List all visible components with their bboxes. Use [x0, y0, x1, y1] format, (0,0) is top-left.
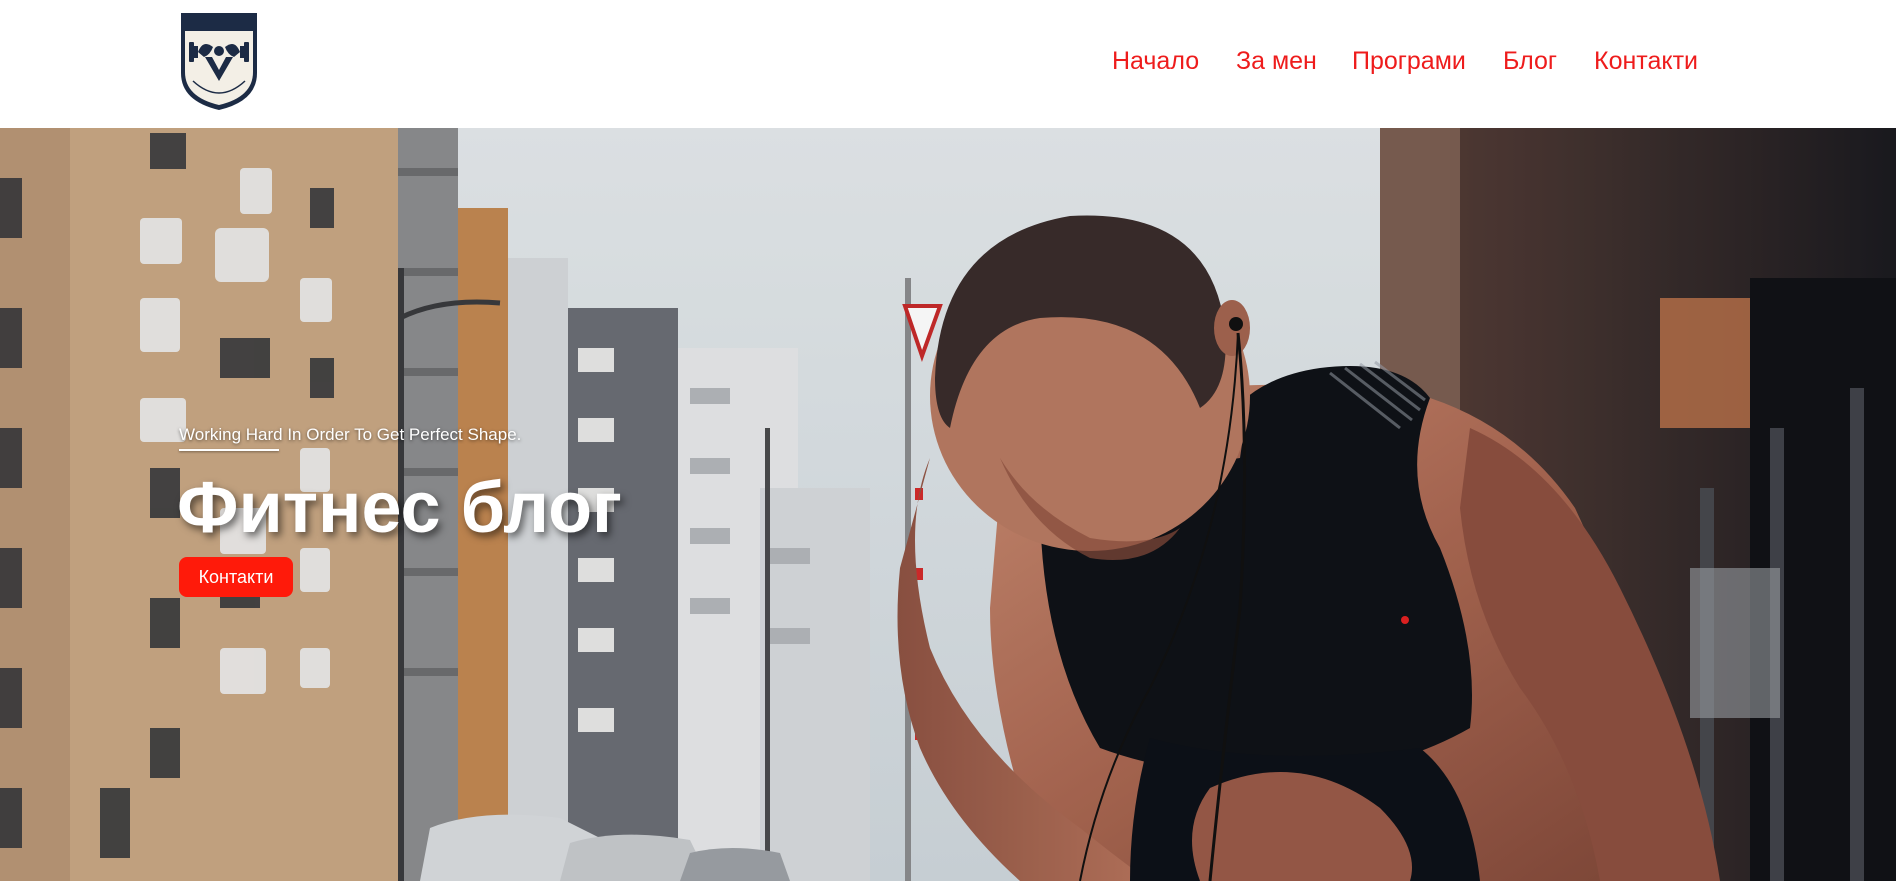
nav-link-about[interactable]: За мен — [1236, 44, 1317, 78]
hero-subtitle: Working Hard In Order To Get Perfect Sha… — [179, 425, 522, 444]
main-nav: Начало За мен Програми Блог Контакти — [0, 44, 1896, 80]
nav-link-programs[interactable]: Програми — [1352, 44, 1466, 78]
hero-contacts-button[interactable]: Контакти — [179, 557, 293, 597]
nav-link-home[interactable]: Начало — [1112, 44, 1199, 78]
nav-link-contacts[interactable]: Контакти — [1594, 44, 1698, 78]
site-header: Начало За мен Програми Блог Контакти — [0, 0, 1896, 128]
hero-section: Working Hard In Order To Get Perfect Sha… — [0, 128, 1896, 881]
hero-title: Фитнес блог — [177, 468, 623, 548]
nav-link-blog[interactable]: Блог — [1503, 44, 1557, 78]
hero-subtitle-underline — [179, 449, 279, 451]
